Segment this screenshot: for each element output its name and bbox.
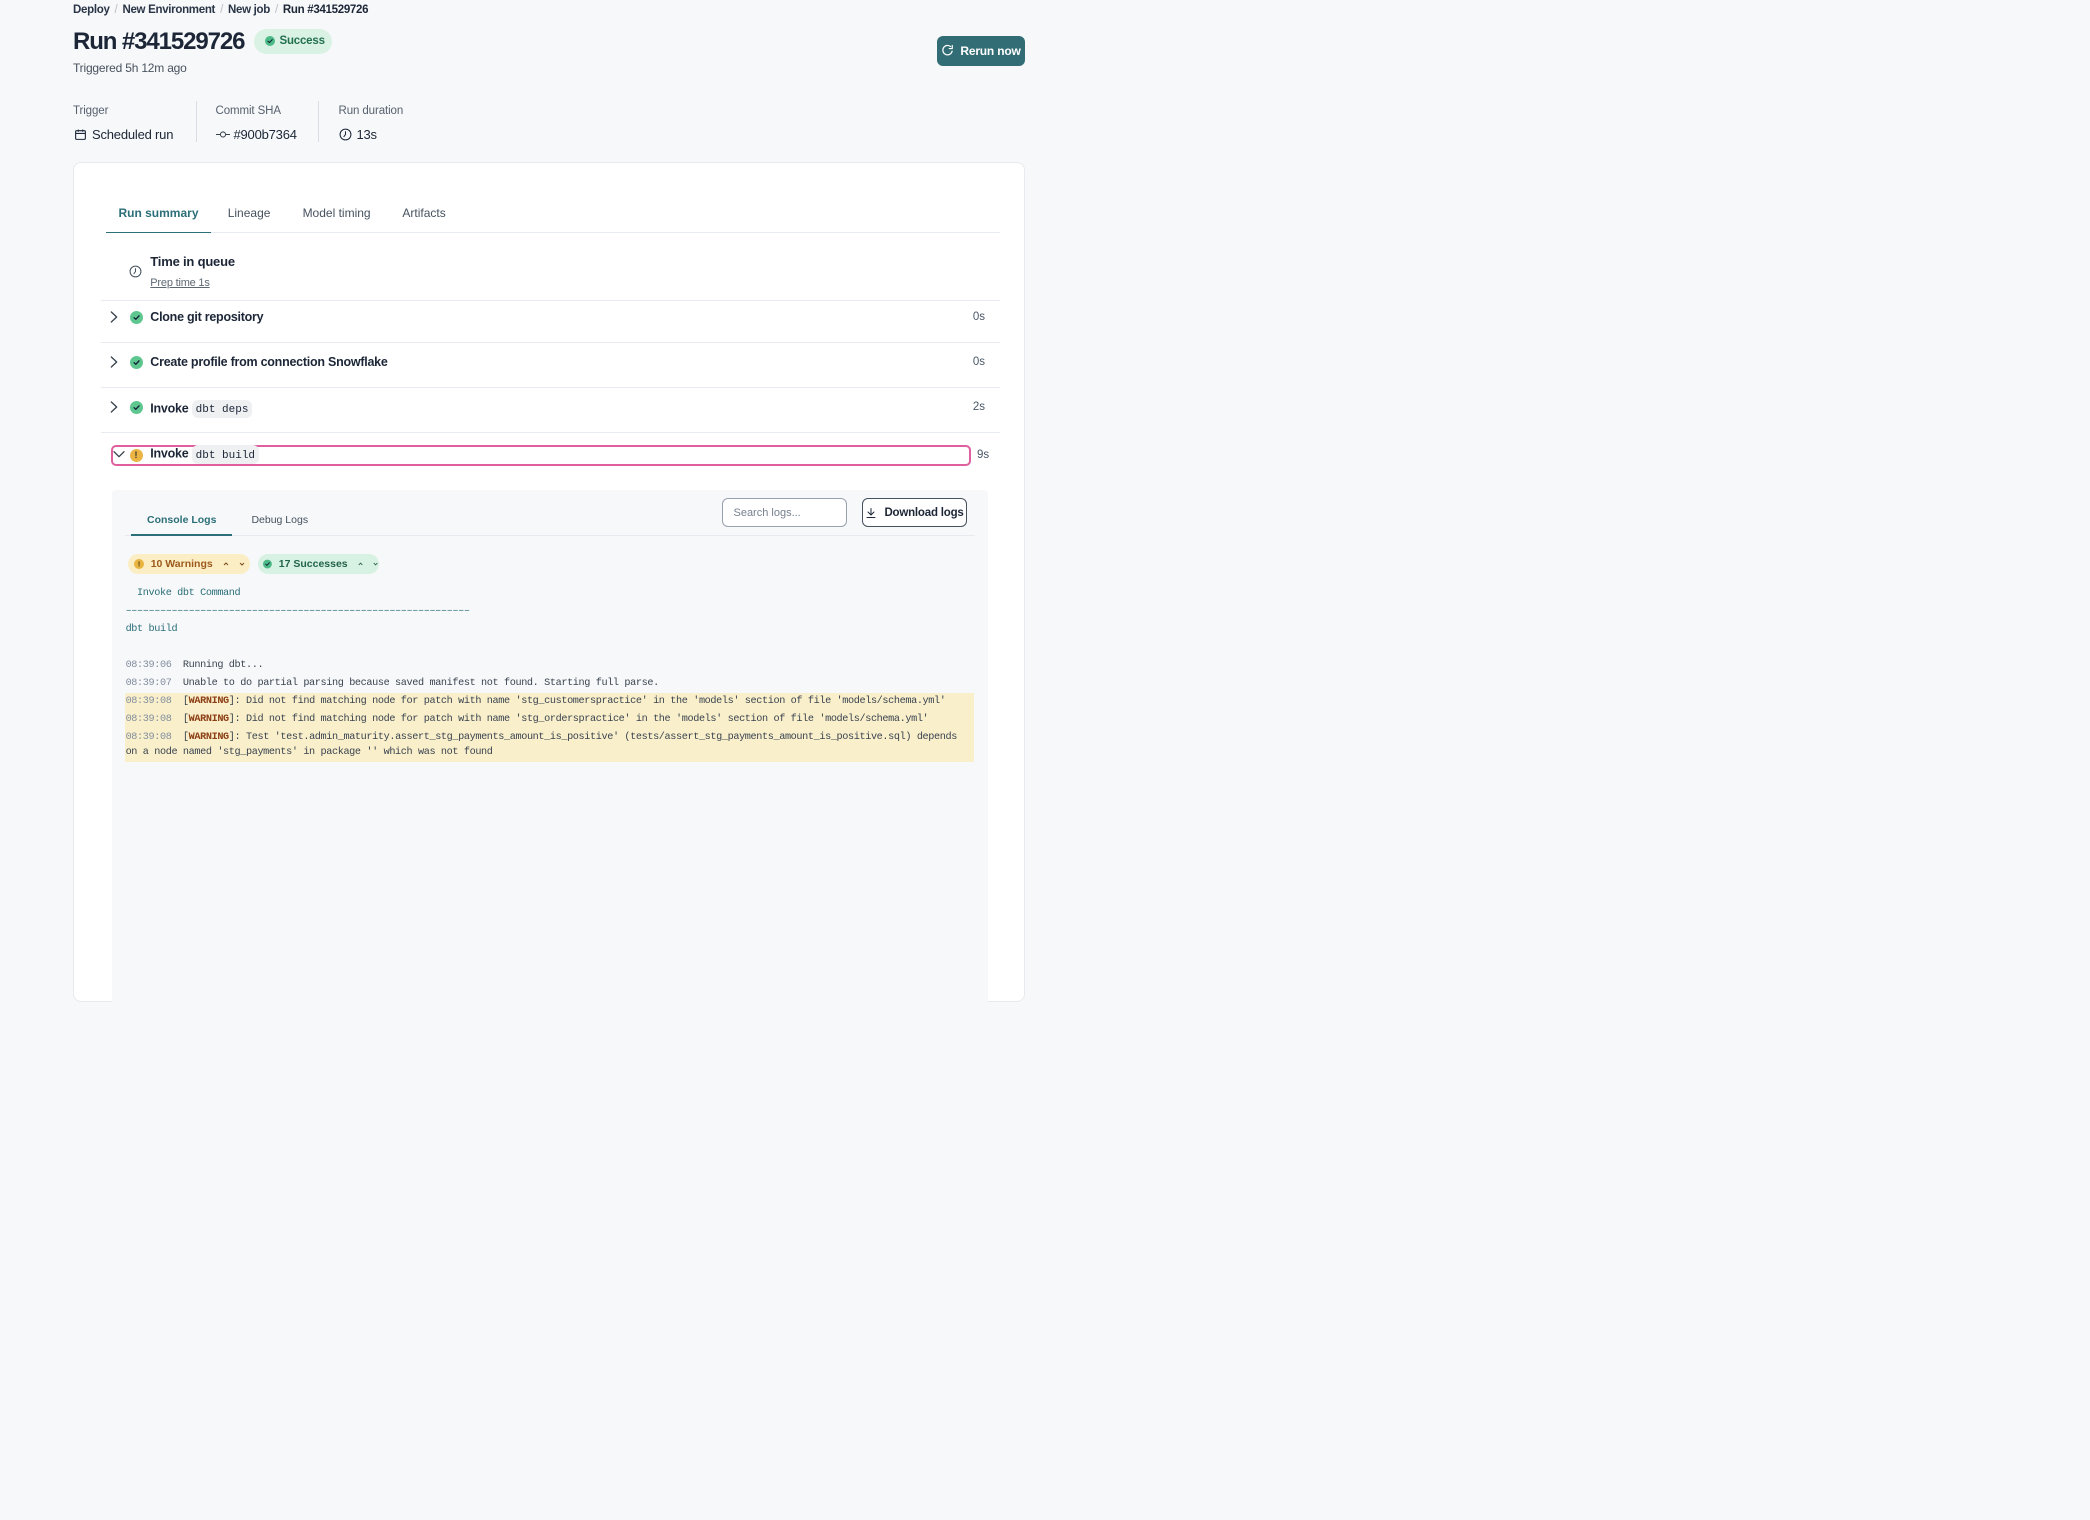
svg-text:!: ! xyxy=(138,562,140,569)
